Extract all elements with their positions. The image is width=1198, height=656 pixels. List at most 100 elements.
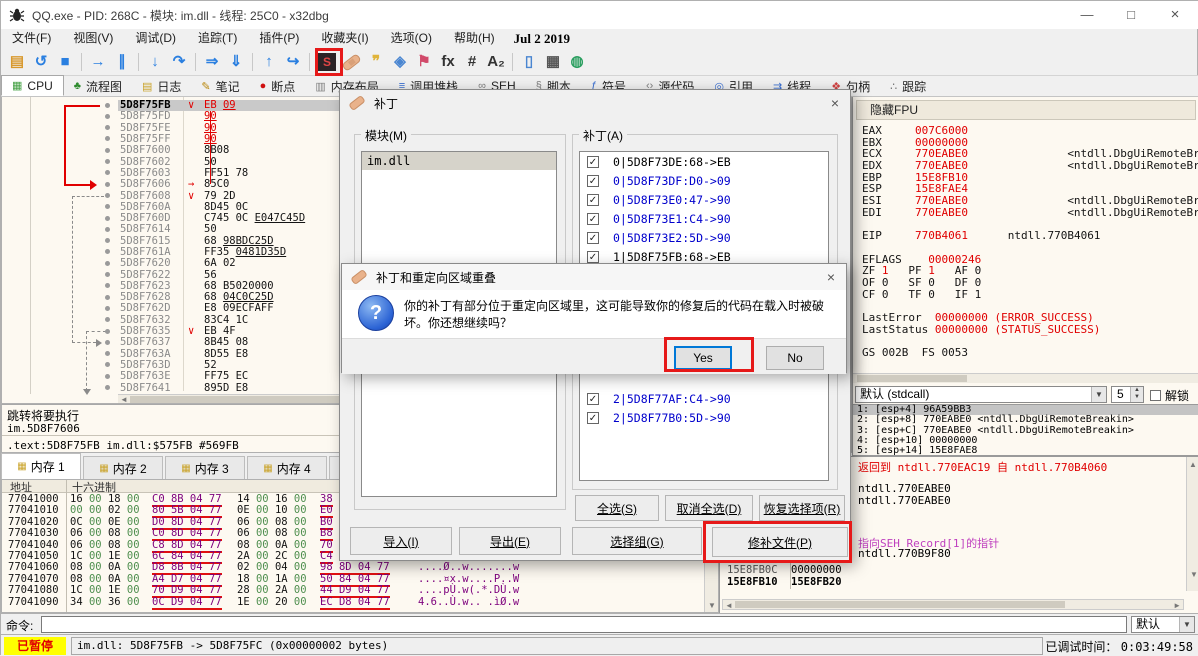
deselect-all-button[interactable]: 取消全选(D): [665, 495, 753, 521]
restart-icon[interactable]: ↺: [29, 50, 53, 74]
tab-跟踪[interactable]: ∴跟踪: [880, 76, 936, 96]
warning-dialog-titlebar[interactable]: 补丁和重定向区域重叠: [342, 264, 846, 290]
patch-icon[interactable]: [340, 50, 364, 74]
breakpoint-dot[interactable]: [105, 148, 110, 153]
stepper-arrows-icon[interactable]: ▲▼: [1130, 387, 1143, 402]
stack-row[interactable]: 15E8FB0C00000000: [727, 565, 842, 577]
animate-into-icon[interactable]: ⇒: [200, 50, 224, 74]
menu-item-1[interactable]: 视图(V): [62, 29, 124, 48]
patch-dialog-titlebar[interactable]: 补丁: [340, 90, 850, 116]
checkbox-checked-icon[interactable]: ✓: [587, 156, 599, 168]
globe-icon[interactable]: ◍: [565, 50, 589, 74]
register-line[interactable]: CF 0 TF 0 IF 1: [862, 289, 1198, 301]
select-all-button[interactable]: 全选(S): [575, 495, 659, 521]
function-icon[interactable]: fx: [436, 50, 460, 74]
breakpoint-dot[interactable]: [105, 204, 110, 209]
breakpoint-dot[interactable]: [105, 317, 110, 322]
breakpoint-dot[interactable]: [105, 193, 110, 198]
module-list-item[interactable]: im.dll: [362, 152, 556, 170]
stack-row[interactable]: 15E8FB1015E8FB20: [727, 577, 842, 589]
menu-item-4[interactable]: 插件(P): [248, 29, 310, 48]
chevron-down-icon[interactable]: ▼: [1091, 387, 1106, 402]
patch-list-item[interactable]: ✓0|5D8F73DF:D0->09: [580, 171, 828, 190]
close-button[interactable]: ×: [1153, 1, 1197, 29]
patch-list-item[interactable]: ✓0|5D8F73E0:47->90: [580, 190, 828, 209]
unlock-checkbox[interactable]: [1150, 390, 1161, 401]
registers-pane[interactable]: 隐藏FPU EAX 007C6000EBX 00000000ECX 770EAB…: [852, 97, 1198, 456]
dump-row[interactable]: 7704109034 00 36 000C D9 04 771E 00 20 0…: [2, 597, 718, 608]
breakpoint-dot[interactable]: [105, 283, 110, 288]
command-input[interactable]: [41, 616, 1127, 633]
memory-tab-内存 2[interactable]: ▦内存 2: [83, 456, 163, 479]
stack-vscrollbar[interactable]: ▲ ▼: [1186, 457, 1198, 591]
breakpoint-dot[interactable]: [105, 351, 110, 356]
menu-item-3[interactable]: 追踪(T): [187, 29, 248, 48]
modules-icon[interactable]: ▯: [517, 50, 541, 74]
scroll-thumb[interactable]: [857, 375, 967, 382]
breakpoint-dot[interactable]: [105, 103, 110, 108]
memory-tab-内存 4[interactable]: ▦内存 4: [247, 456, 327, 479]
step-out-icon[interactable]: ↑: [257, 50, 281, 74]
calculator-icon[interactable]: ▦: [541, 50, 565, 74]
tab-CPU[interactable]: ▦CPU: [1, 75, 64, 96]
breakpoint-dot[interactable]: [105, 272, 110, 277]
scroll-thumb[interactable]: [130, 396, 340, 403]
patch-list-item[interactable]: ✓2|5D8F77AF:C4->90: [580, 389, 828, 408]
memory-tab-内存 1[interactable]: ▦内存 1: [1, 453, 81, 479]
run-icon[interactable]: →: [86, 50, 110, 74]
pause-icon[interactable]: ∥: [110, 50, 134, 74]
patch-list-item[interactable]: ✓0|5D8F73DE:68->EB: [580, 152, 828, 171]
breakpoint-dot[interactable]: [105, 238, 110, 243]
minimize-button[interactable]: —: [1065, 1, 1109, 29]
breakpoint-dot[interactable]: [105, 227, 110, 232]
breakpoint-dot[interactable]: [105, 261, 110, 266]
label-icon[interactable]: ◈: [388, 50, 412, 74]
no-button[interactable]: No: [766, 346, 824, 370]
stack-hscrollbar[interactable]: ◄ ►: [722, 599, 1184, 610]
breakpoint-dot[interactable]: [105, 306, 110, 311]
tab-笔记[interactable]: ✎笔记: [191, 76, 249, 96]
restore-selection-button[interactable]: 恢复选择项(R): [759, 495, 845, 521]
breakpoint-dot[interactable]: [105, 136, 110, 141]
breakpoint-dot[interactable]: [105, 362, 110, 367]
checkbox-checked-icon[interactable]: ✓: [587, 412, 599, 424]
breakpoint-dot[interactable]: [105, 295, 110, 300]
patch-list-item[interactable]: ✓0|5D8F73E1:C4->90: [580, 209, 828, 228]
breakpoint-dot[interactable]: [105, 385, 110, 390]
menu-item-7[interactable]: 帮助(H): [443, 29, 506, 48]
breakpoint-dot[interactable]: [105, 329, 110, 334]
tab-断点[interactable]: ●断点: [250, 76, 306, 96]
checkbox-checked-icon[interactable]: ✓: [587, 251, 599, 263]
step-over-icon[interactable]: ↷: [167, 50, 191, 74]
checkbox-checked-icon[interactable]: ✓: [587, 194, 599, 206]
patch-list-item[interactable]: ✓2|5D8F77B0:5D->90: [580, 408, 828, 427]
import-button[interactable]: 导入(I): [350, 527, 452, 555]
hide-fpu-button[interactable]: 隐藏FPU: [856, 100, 1196, 120]
checkbox-checked-icon[interactable]: ✓: [587, 232, 599, 244]
breakpoint-dot[interactable]: [105, 125, 110, 130]
tab-日志[interactable]: ▤日志: [132, 76, 191, 96]
argument-count-stepper[interactable]: 5 ▲▼: [1111, 386, 1144, 403]
pick-groups-button[interactable]: 选择组(G): [572, 527, 702, 555]
calling-convention-select[interactable]: 默认 (stdcall) ▼: [855, 386, 1107, 403]
step-into-icon[interactable]: ↓: [143, 50, 167, 74]
strings-icon[interactable]: A₂: [484, 50, 508, 74]
breakpoint-dot[interactable]: [105, 340, 110, 345]
breakpoint-dot[interactable]: [105, 159, 110, 164]
register-line[interactable]: GS 002B FS 0053: [862, 347, 1198, 359]
comment-icon[interactable]: ❞: [364, 50, 388, 74]
patch-list-item[interactable]: ✓0|5D8F73E2:5D->90: [580, 228, 828, 247]
maximize-button[interactable]: □: [1109, 1, 1153, 29]
memory-tab-内存 3[interactable]: ▦内存 3: [165, 456, 245, 479]
menu-item-5[interactable]: 收藏夹(I): [310, 29, 379, 48]
patch-dialog-close-icon[interactable]: ×: [820, 90, 850, 116]
bookmark-icon[interactable]: ⚑: [412, 50, 436, 74]
breakpoint-dot[interactable]: [105, 182, 110, 187]
checkbox-checked-icon[interactable]: ✓: [587, 393, 599, 405]
menu-item-2[interactable]: 调试(D): [124, 29, 187, 48]
breakpoint-dot[interactable]: [105, 216, 110, 221]
sequence-icon[interactable]: #: [460, 50, 484, 74]
breakpoint-dot[interactable]: [105, 374, 110, 379]
breakpoint-dot[interactable]: [105, 170, 110, 175]
registers-hscrollbar[interactable]: [853, 373, 1198, 383]
